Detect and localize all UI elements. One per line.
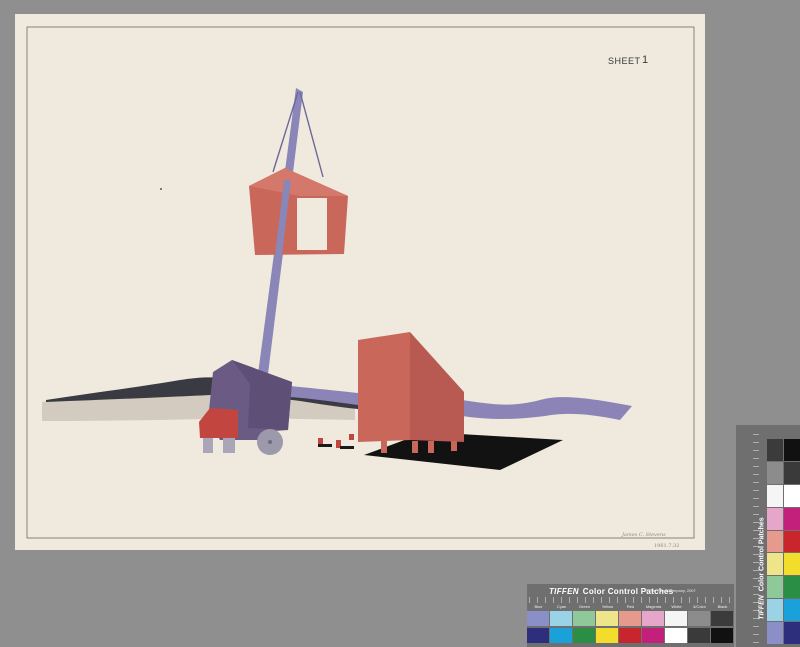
foundation-piece-2 — [318, 444, 332, 447]
color-patch — [784, 461, 800, 484]
color-patch — [596, 611, 618, 626]
patch-label: Magenta — [645, 604, 662, 609]
color-patch — [642, 611, 664, 626]
color-patch — [784, 553, 800, 576]
color-patch — [688, 628, 710, 643]
color-patch-column-right — [784, 439, 800, 645]
color-patch — [527, 628, 549, 643]
color-patch — [767, 484, 783, 507]
color-patch — [619, 611, 641, 626]
patch-label: 3/Color — [693, 604, 706, 609]
artist-signature: James C. Stevens — [622, 532, 666, 538]
color-patch — [711, 611, 733, 626]
color-patch — [767, 507, 783, 530]
cab-leg-right — [223, 438, 235, 453]
color-card-brand: TIFFEN — [549, 587, 579, 596]
color-patch — [642, 628, 664, 643]
foundation-piece-4 — [340, 446, 354, 449]
color-patch — [767, 461, 783, 484]
block-leg-2 — [412, 441, 418, 453]
sheet-label: SHEET — [608, 56, 641, 66]
color-patch-row-top — [527, 611, 734, 626]
hanging-module-door — [297, 198, 327, 250]
color-patch — [573, 611, 595, 626]
color-patch — [767, 622, 783, 645]
patch-label: Red — [626, 604, 635, 609]
color-patch — [665, 628, 687, 643]
catalog-mark: 1961.7.32 — [654, 543, 680, 549]
paper-sheet — [15, 14, 705, 550]
color-patch — [688, 611, 710, 626]
color-patch — [784, 576, 800, 599]
color-patch — [665, 611, 687, 626]
color-patch — [784, 484, 800, 507]
color-patch — [784, 622, 800, 645]
color-patch — [784, 530, 800, 553]
foundation-piece-5 — [349, 434, 354, 440]
color-patch — [784, 439, 800, 461]
patch-label: Blue — [534, 604, 543, 609]
cab-leg-left — [203, 438, 213, 453]
color-patch-row-bottom — [527, 628, 734, 643]
color-card-bottom: TIFFEN Color Control Patches © The Tiffen… — [527, 584, 734, 647]
color-card-right-title-text: Color Control Patches — [758, 517, 766, 592]
paper-mark — [160, 188, 162, 190]
color-patch — [619, 628, 641, 643]
color-patch-column-left — [767, 439, 783, 645]
color-patch — [767, 576, 783, 599]
color-patch — [784, 599, 800, 622]
color-patch — [711, 628, 733, 643]
color-patch — [573, 628, 595, 643]
block-leg-4 — [451, 441, 457, 451]
housing-block-front — [358, 332, 410, 442]
artwork-canvas — [15, 14, 705, 550]
color-patch — [550, 628, 572, 643]
color-patch — [767, 553, 783, 576]
sheet-number: 1 — [642, 54, 649, 66]
patch-label: Black — [717, 604, 728, 609]
block-leg-1 — [381, 441, 387, 453]
color-card-right-title: TIFFEN Color Control Patches — [759, 499, 766, 639]
color-card-right-brand: TIFFEN — [758, 595, 766, 620]
patch-label: Green — [578, 604, 591, 609]
block-leg-3 — [428, 441, 434, 453]
color-patch — [767, 439, 783, 461]
color-patch — [784, 507, 800, 530]
patch-label: Yellow — [601, 604, 614, 609]
patch-label: Cyan — [556, 604, 567, 609]
color-card-ruler — [529, 597, 732, 603]
base-wheel-hub — [268, 440, 272, 444]
color-patch — [767, 599, 783, 622]
color-card-right: TIFFEN Color Control Patches — [736, 425, 800, 647]
color-card-subtitle: © The Tiffen Company, 2007 — [645, 588, 696, 593]
patch-label: White — [671, 604, 682, 609]
color-patch — [767, 530, 783, 553]
color-patch — [596, 628, 618, 643]
color-card-labels: Blue Cyan Green Yellow Red Magenta White 3/Colo… — [527, 604, 734, 610]
color-patch — [527, 611, 549, 626]
color-patch — [550, 611, 572, 626]
